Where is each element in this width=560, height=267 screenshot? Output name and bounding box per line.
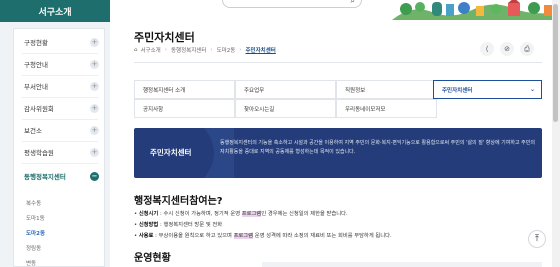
sidebar: 서구소개 구정현황 + 구청안내 + 부서안내 + 감사위원회 + 보건소 + …	[0, 0, 110, 267]
home-icon[interactable]: ⌂	[134, 47, 138, 53]
expand-icon[interactable]: +	[90, 81, 99, 91]
sidebar-item-community-center[interactable]: 동행정복지센터 −	[14, 166, 106, 186]
tab-notice[interactable]: 공지사항	[134, 99, 235, 118]
page-title: 주민자치센터	[134, 31, 195, 44]
expand-icon[interactable]: +	[90, 103, 99, 113]
sidebar-item-label: 평생학습원	[24, 149, 54, 157]
sidebar-item-label: 감사위원회	[24, 105, 54, 113]
search-icon[interactable]: ⌕	[351, 0, 355, 6]
share-icon[interactable]: ⟨	[480, 42, 494, 56]
tab-community-center[interactable]: 주민자치센터 ⌄	[433, 80, 542, 99]
sidebar-menu: 구정현황 + 구청안내 + 부서안내 + 감사위원회 + 보건소 + 평생학습원…	[13, 28, 105, 267]
breadcrumb: ⌂ 서구소개 › 동행정복지센터 › 도마2동 › 주민자치센터	[134, 46, 276, 54]
breadcrumb-item[interactable]: 동행정복지센터	[171, 46, 206, 54]
sidebar-item-audit-committee[interactable]: 감사위원회 +	[14, 98, 106, 118]
sidebar-item-department-guide[interactable]: 부서안내 +	[14, 76, 106, 96]
tab-directions[interactable]: 찾아오시는길	[235, 99, 336, 118]
sidebar-item-label: 보건소	[24, 127, 42, 135]
sidebar-item-label: 구정현황	[24, 39, 48, 47]
divider	[134, 62, 542, 63]
sidebar-item-health-center[interactable]: 보건소 +	[14, 120, 106, 140]
tab-staff-info[interactable]: 직원정보	[336, 80, 437, 99]
list-item: • 사용료 : 무상이용을 원칙으로 하고 있으며 프로그램 운영 성격에 따라…	[134, 233, 392, 239]
sidebar-subitem[interactable]: 변동	[26, 259, 36, 267]
info-banner: 주민자치센터 동행정복지센터의 기능을 축소하고 시설과 공간을 이용하여 지역…	[134, 128, 542, 178]
page: 서구소개 구정현황 + 구청안내 + 부서안내 + 감사위원회 + 보건소 + …	[0, 0, 560, 267]
expand-icon[interactable]: +	[90, 125, 99, 135]
sidebar-subitem[interactable]: 정림동	[26, 244, 41, 252]
tab-bar: 행정복지센터 소개 주요업무 직원정보 주민자치센터 ⌄ 공지사항 찾아오시는길…	[134, 80, 542, 119]
scroll-top-button[interactable]: ⤒	[528, 230, 546, 248]
section-title: 행정복지센터참여는?	[134, 196, 223, 207]
search-input[interactable]: ⌕	[222, 0, 362, 8]
collapse-icon[interactable]: −	[90, 171, 99, 181]
sidebar-subitem[interactable]: 도마1동	[26, 214, 45, 222]
tab-center-intro[interactable]: 행정복지센터 소개	[134, 80, 235, 99]
sidebar-item-label: 동행정복지센터	[24, 173, 66, 181]
sidebar-item-office-guide[interactable]: 구청안내 +	[14, 54, 106, 74]
scrollbar-thumb[interactable]	[553, 4, 558, 122]
breadcrumb-item[interactable]: 도마2동	[217, 46, 236, 54]
banner-text: 동행정복지센터의 기능을 축소하고 시설과 공간을 이용하여 지역 주민의 문화…	[220, 140, 535, 155]
operation-table	[262, 262, 542, 267]
divider	[22, 163, 98, 164]
tab-neighborhood[interactable]: 우리동네이모저모	[336, 99, 437, 118]
header-illustration	[392, 0, 560, 20]
sidebar-subitem[interactable]: 복수동	[26, 199, 41, 207]
expand-icon[interactable]: +	[90, 37, 99, 47]
expand-icon[interactable]: +	[90, 147, 99, 157]
sidebar-item-district-status[interactable]: 구정현황 +	[14, 32, 106, 52]
expand-icon[interactable]: +	[90, 59, 99, 69]
sidebar-item-label: 구청안내	[24, 61, 48, 69]
banner-title: 주민자치센터	[150, 148, 192, 157]
tab-main-work[interactable]: 주요업무	[235, 80, 336, 99]
tab-label: 주민자치센터	[442, 87, 473, 94]
breadcrumb-item[interactable]: 서구소개	[141, 46, 161, 54]
list-item: • 신청방법 : 행정복지센터 방문 및 전화	[134, 222, 223, 228]
print-icon[interactable]: ⎙	[520, 42, 534, 56]
breadcrumb-current[interactable]: 주민자치센터	[245, 46, 275, 54]
sidebar-title: 서구소개	[0, 0, 110, 22]
section-title-operation: 운영현황	[134, 253, 171, 264]
sidebar-item-label: 부서안내	[24, 83, 48, 91]
chevron-down-icon: ⌄	[529, 86, 535, 93]
sidebar-subitem-current[interactable]: 도마2동	[26, 229, 45, 237]
link-icon[interactable]: ⊘	[500, 42, 514, 56]
list-item: • 신청시기 : 수시 신청이 가능하며, 정기적 운영 프로그램인 경우에는 …	[134, 211, 348, 217]
sidebar-item-lifelong-learning[interactable]: 평생학습원 +	[14, 142, 106, 162]
